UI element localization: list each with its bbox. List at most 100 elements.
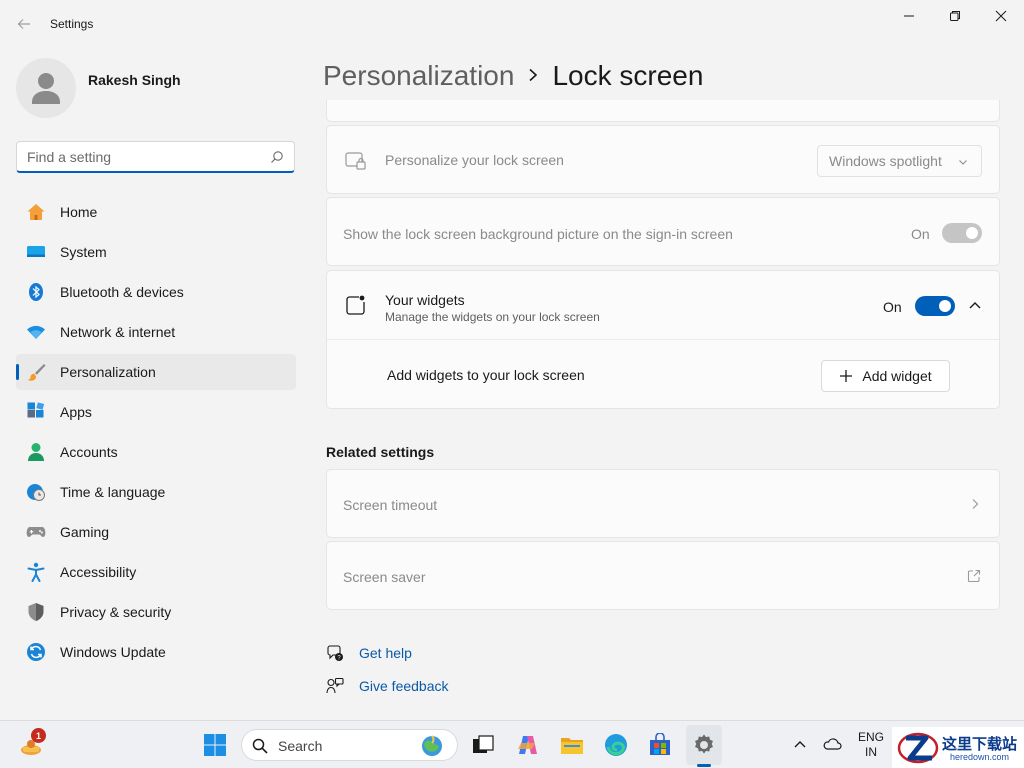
minimize-button[interactable] [886,4,932,28]
copilot-icon[interactable] [516,733,540,757]
windows-start-icon[interactable] [203,733,227,757]
signin-background-title: Show the lock screen background picture … [343,226,733,242]
watermark-subtext: heredown.com [950,752,1010,762]
maximize-button[interactable] [932,4,978,28]
signin-background-toggle[interactable] [942,223,982,243]
plus-icon [840,370,853,382]
sidebar-item-system[interactable]: System [16,234,296,270]
sidebar-item-label: Privacy & security [60,604,172,620]
sidebar-item-personalization[interactable]: Personalization [16,354,296,390]
title-bar: Settings [0,0,1024,48]
add-widget-button[interactable]: Add widget [821,360,950,392]
give-feedback-link[interactable]: Give feedback [326,674,449,698]
get-help-label: Get help [359,645,412,661]
sidebar-item-label: System [60,244,107,260]
search-icon[interactable] [270,150,284,164]
region-code: IN [865,745,877,759]
back-button[interactable] [12,12,36,36]
taskbar-search[interactable]: Search [241,729,458,761]
search-box[interactable] [16,141,295,173]
widgets-icon [346,294,367,315]
give-feedback-label: Give feedback [359,678,449,694]
onedrive-icon[interactable] [822,737,842,751]
sidebar-item-bluetooth[interactable]: Bluetooth & devices [16,274,296,310]
sidebar-item-apps[interactable]: Apps [16,394,296,430]
chevron-down-icon [959,160,967,165]
app-title: Settings [50,17,94,31]
weather-widget[interactable]: 1 [18,728,46,759]
active-app-indicator [697,764,711,767]
sidebar-item-label: Personalization [60,364,156,380]
breadcrumb-separator [528,65,538,88]
accounts-icon [28,443,44,461]
bluetooth-icon [29,283,43,301]
restore-icon [950,11,960,21]
sidebar-item-gaming[interactable]: Gaming [16,514,296,550]
sidebar: Rakesh Singh Home System Bluetooth & dev… [0,48,310,720]
sidebar-item-label: Accessibility [60,564,137,580]
microsoft-store-icon[interactable] [648,733,672,757]
minimize-icon [904,15,914,17]
sidebar-item-label: Network & internet [60,324,176,340]
settings-app-tile[interactable] [686,725,722,765]
breadcrumb-parent[interactable]: Personalization [323,60,514,92]
related-item-screen-timeout[interactable]: Screen timeout [326,469,1000,538]
get-help-link[interactable]: ? Get help [326,641,412,665]
watermark-text: 这里下载站 [942,735,1018,753]
widgets-toggle[interactable] [915,296,955,316]
chevron-up-icon[interactable] [793,739,807,749]
home-icon [27,204,45,220]
external-link-icon [967,569,981,583]
chevron-right-icon [529,68,538,81]
widgets-description: Manage the widgets on your lock screen [385,310,600,324]
widgets-title: Your widgets [385,292,465,308]
gear-icon [695,734,713,754]
widgets-state: On [883,299,902,315]
watermark-logo-icon [897,732,939,764]
bing-globe-icon [422,735,442,756]
add-widget-label: Add widget [862,368,932,384]
language-code: ENG [858,730,885,744]
search-input[interactable] [17,148,257,165]
sidebar-item-home[interactable]: Home [16,194,296,230]
file-explorer-icon[interactable] [560,733,584,757]
edge-icon[interactable] [604,733,628,757]
input-language-indicator[interactable]: ENG IN [858,730,884,760]
sidebar-item-network[interactable]: Network & internet [16,314,296,350]
close-button[interactable] [978,4,1024,28]
widgets-card: Your widgets Manage the widgets on your … [326,270,1000,340]
sidebar-item-label: Windows Update [60,644,166,660]
lock-screen-icon [345,152,366,170]
system-icon [27,246,45,257]
sidebar-item-windows-update[interactable]: Windows Update [16,634,296,670]
search-icon [252,738,268,754]
user-name: Rakesh Singh [88,72,181,88]
sidebar-item-privacy[interactable]: Privacy & security [16,594,296,630]
shield-icon [28,603,44,621]
related-settings-title: Related settings [326,444,435,460]
chevron-up-icon[interactable] [968,300,982,310]
scrolled-card [326,100,1000,122]
sidebar-item-label: Apps [60,404,92,420]
sidebar-item-accessibility[interactable]: Accessibility [16,554,296,590]
person-icon [32,73,60,104]
personalize-title: Personalize your lock screen [385,152,564,168]
task-view-icon[interactable] [471,733,495,757]
sidebar-item-label: Time & language [60,484,166,500]
related-item-screen-saver[interactable]: Screen saver [326,541,1000,610]
toggle-knob [939,300,951,312]
sidebar-item-accounts[interactable]: Accounts [16,434,296,470]
sidebar-item-label: Accounts [60,444,118,460]
gamepad-icon [26,527,46,537]
chevron-right-icon [972,499,979,509]
notification-badge: 1 [31,728,46,743]
accessibility-icon [27,562,45,582]
sidebar-item-time-language[interactable]: Time & language [16,474,296,510]
feedback-icon [326,677,344,694]
taskbar: 1 Search ENG IN [0,720,1024,768]
related-item-label: Screen timeout [343,497,438,513]
signin-background-state: On [911,226,930,242]
avatar[interactable] [16,58,76,118]
background-type-dropdown[interactable]: Windows spotlight [817,145,982,177]
back-arrow-icon [17,19,30,29]
